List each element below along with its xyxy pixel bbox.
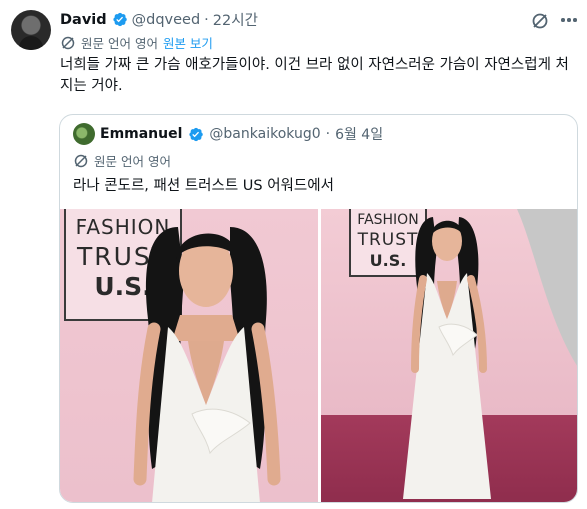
quote-translate-label: 원문 언어 영어: [94, 154, 171, 169]
tweet-header: David @dqveed · 22시간: [60, 9, 258, 30]
person-figure: [133, 227, 281, 502]
person-figure: [403, 209, 577, 499]
author-name[interactable]: David: [60, 12, 107, 28]
translate-icon: [61, 36, 75, 49]
show-original-link[interactable]: 원본 보기: [163, 33, 213, 52]
translate-label: 원문 언어 영어: [81, 36, 158, 51]
separator-dot: ·: [325, 126, 331, 142]
translate-icon: [74, 154, 88, 167]
quote-date: 6월 4일: [335, 127, 384, 143]
translate-row: 원문 언어 영어 원본 보기: [60, 33, 213, 52]
photo-1[interactable]: FASHION TRUST U.S.: [60, 209, 318, 502]
photo-2[interactable]: FASHION TRUST U.S.: [321, 209, 577, 502]
quote-author-name: Emmanuel: [100, 126, 183, 142]
separator-dot: ·: [204, 11, 209, 28]
author-handle[interactable]: @dqveed: [132, 12, 201, 28]
tweet-time[interactable]: 22시간: [213, 9, 258, 30]
quote-translate-row: 원문 언어 영어: [73, 151, 171, 170]
grok-icon[interactable]: [530, 11, 550, 31]
more-options-icon[interactable]: [561, 18, 577, 22]
verified-badge-icon: [189, 127, 204, 141]
quote-author-avatar: [73, 123, 95, 145]
author-avatar[interactable]: [11, 10, 51, 50]
tweet-text: 너희들 가짜 큰 가슴 애호가들이야. 이건 브라 없이 자연스러운 가슴이 자…: [60, 57, 569, 94]
quote-text: 라나 콘도르, 패션 트러스트 US 어워드에서: [73, 178, 334, 194]
quote-author-handle: @bankaikokug0: [209, 126, 321, 142]
quote-header: Emmanuel @bankaikokug0 · 6월 4일: [73, 123, 383, 145]
quoted-tweet[interactable]: Emmanuel @bankaikokug0 · 6월 4일 원문 언어 영어 …: [59, 114, 578, 503]
verified-badge-icon: [113, 12, 127, 27]
